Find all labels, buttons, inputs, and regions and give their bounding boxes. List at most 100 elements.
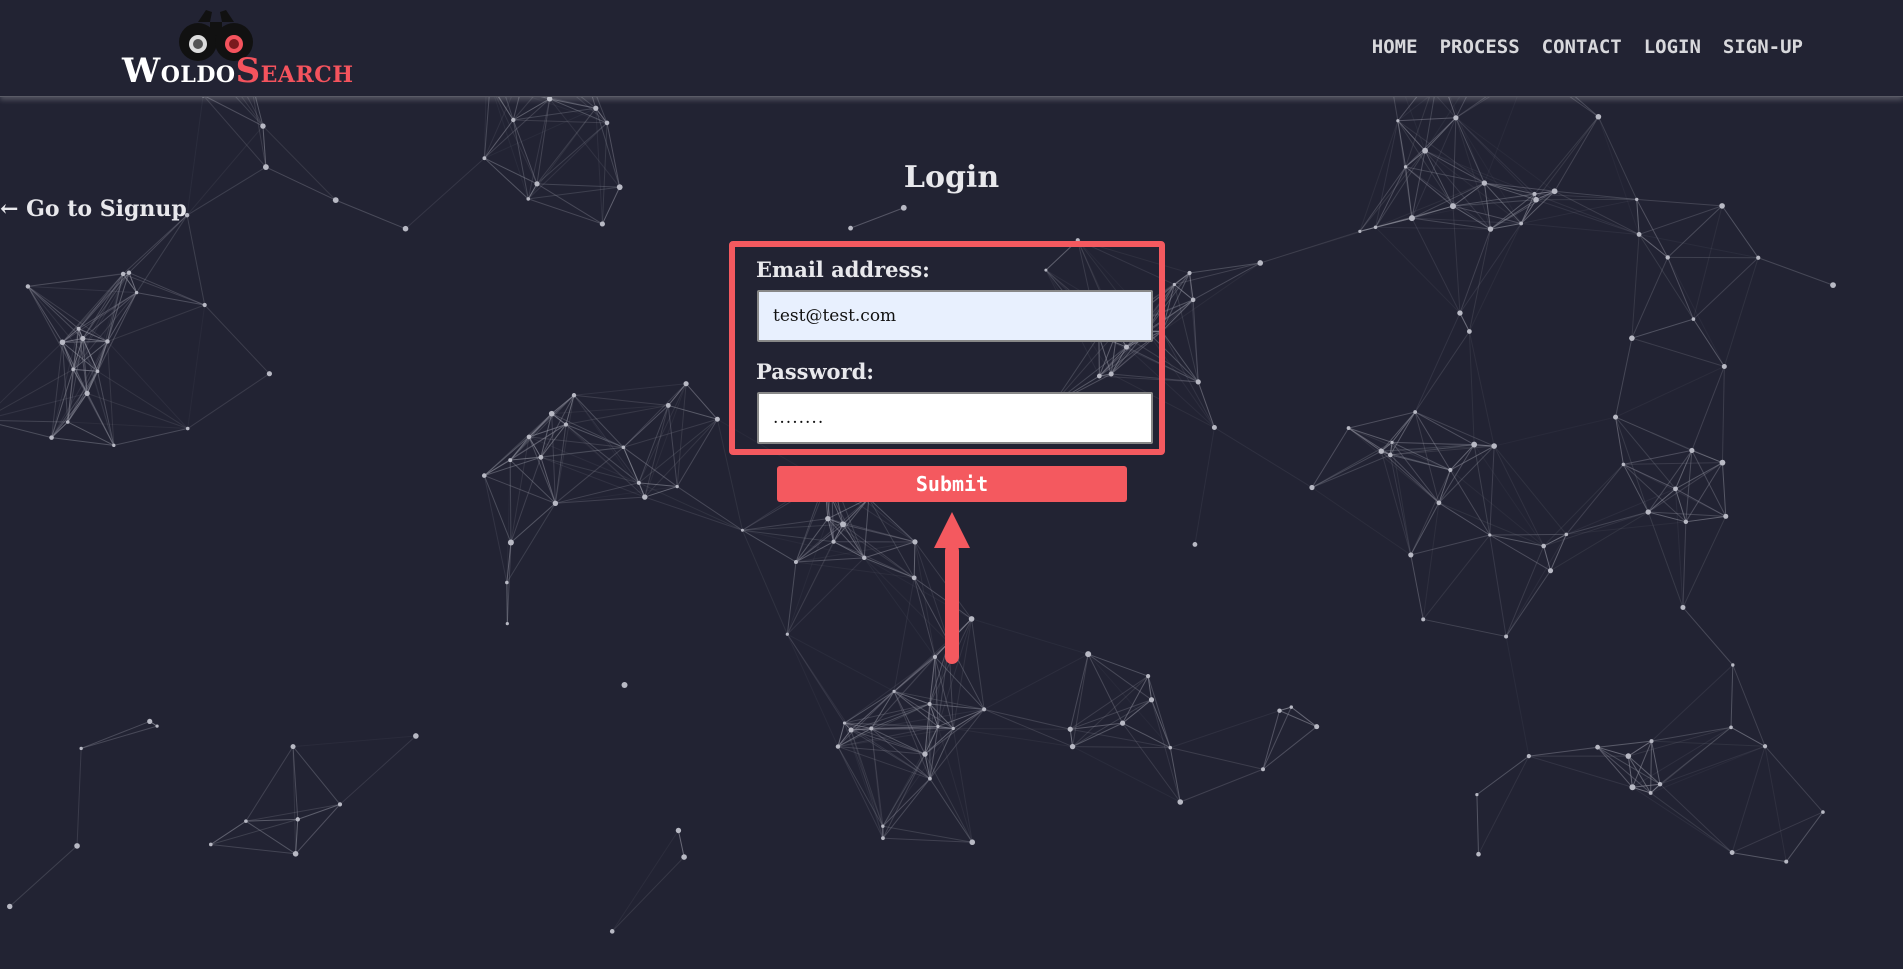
network-line [937, 726, 973, 843]
network-line [1375, 226, 1491, 230]
network-node [1665, 255, 1670, 260]
network-node [266, 371, 273, 377]
network-line [1262, 710, 1280, 770]
network-node [126, 270, 132, 275]
network-node [831, 539, 836, 544]
network-line [1520, 193, 1535, 224]
network-line [913, 541, 916, 578]
network-line [1528, 746, 1598, 757]
network-line [611, 856, 685, 932]
network-node [1387, 452, 1393, 458]
network-line [1473, 444, 1545, 547]
network-line [1311, 487, 1412, 556]
network-node [25, 284, 31, 289]
network-line [513, 119, 608, 124]
network-node [563, 422, 569, 427]
network-node [825, 515, 831, 522]
network-line [1623, 462, 1723, 465]
network-node [911, 575, 917, 581]
network-node [675, 827, 682, 834]
woldosearch-logo[interactable]: WOLDOSEARCH [122, 8, 353, 92]
network-node [1358, 229, 1362, 233]
network-line [27, 286, 108, 342]
network-line [1410, 502, 1440, 556]
network-node [609, 929, 615, 934]
network-line [1631, 337, 1725, 367]
network-line [67, 421, 115, 446]
network-line [1452, 206, 1461, 314]
network-line [786, 518, 829, 635]
network-line [1476, 755, 1530, 796]
network-node [881, 836, 885, 841]
go-to-signup-link[interactable]: ← Go to Signup [0, 196, 187, 222]
network-node [604, 120, 610, 126]
network-node [835, 744, 841, 749]
network-node [120, 271, 126, 277]
network-line [742, 529, 834, 543]
network-line [1414, 312, 1461, 413]
password-input[interactable] [757, 392, 1153, 444]
network-node [332, 197, 339, 204]
network-line [644, 496, 743, 531]
submit-button[interactable]: Submit [777, 466, 1127, 502]
nav-contact[interactable]: CONTACT [1542, 36, 1622, 58]
network-node [1145, 674, 1151, 679]
network-line [1638, 205, 1723, 235]
network-node [1762, 744, 1768, 749]
network-line [1667, 257, 1694, 320]
network-node [337, 802, 343, 807]
network-line [676, 486, 743, 531]
network-node [1408, 552, 1414, 558]
network-line [113, 428, 188, 446]
network-node [1422, 147, 1428, 154]
network-node [881, 824, 885, 828]
network-line [0, 424, 52, 439]
login-form: Email address: Password: [729, 241, 1165, 455]
network-line [293, 735, 416, 748]
network-line [1543, 511, 1649, 547]
network-line [929, 778, 973, 843]
network-node [928, 776, 932, 781]
network-node [1413, 410, 1418, 414]
network-line [1389, 454, 1412, 556]
network-line [1476, 794, 1479, 855]
network-line [1565, 464, 1624, 535]
network-line [1721, 366, 1725, 463]
network-line [742, 518, 828, 531]
nav-signup[interactable]: SIGN-UP [1723, 36, 1803, 58]
network-node [951, 726, 955, 731]
network-node [244, 819, 248, 823]
network-line [1550, 534, 1567, 571]
network-line [1468, 228, 1491, 332]
network-line [1659, 783, 1733, 853]
network-line [1161, 262, 1261, 332]
network-line [551, 404, 669, 415]
network-node [1378, 448, 1384, 454]
nav-home[interactable]: HOME [1372, 36, 1418, 58]
network-line [1615, 338, 1633, 418]
network-node [1784, 859, 1789, 864]
network-line [202, 94, 267, 168]
email-input[interactable] [757, 290, 1153, 342]
network-line [1423, 618, 1507, 637]
network-line [1170, 747, 1264, 770]
network-line [868, 498, 915, 579]
network-line [292, 746, 341, 805]
nav-process[interactable]: PROCESS [1440, 36, 1520, 58]
network-node [1390, 440, 1394, 444]
network-line [1069, 654, 1089, 730]
network-line [864, 541, 916, 559]
network-line [136, 214, 188, 293]
network-node [112, 443, 116, 448]
network-line [1636, 198, 1723, 207]
network-node [848, 225, 853, 231]
network-node [1260, 767, 1265, 772]
network-node [869, 726, 874, 731]
network-line [81, 725, 158, 749]
network-line [1262, 726, 1317, 770]
network-node [1649, 739, 1654, 744]
network-node [1436, 500, 1442, 506]
nav-login[interactable]: LOGIN [1644, 36, 1701, 58]
network-line [1682, 521, 1687, 608]
network-line [551, 394, 575, 415]
